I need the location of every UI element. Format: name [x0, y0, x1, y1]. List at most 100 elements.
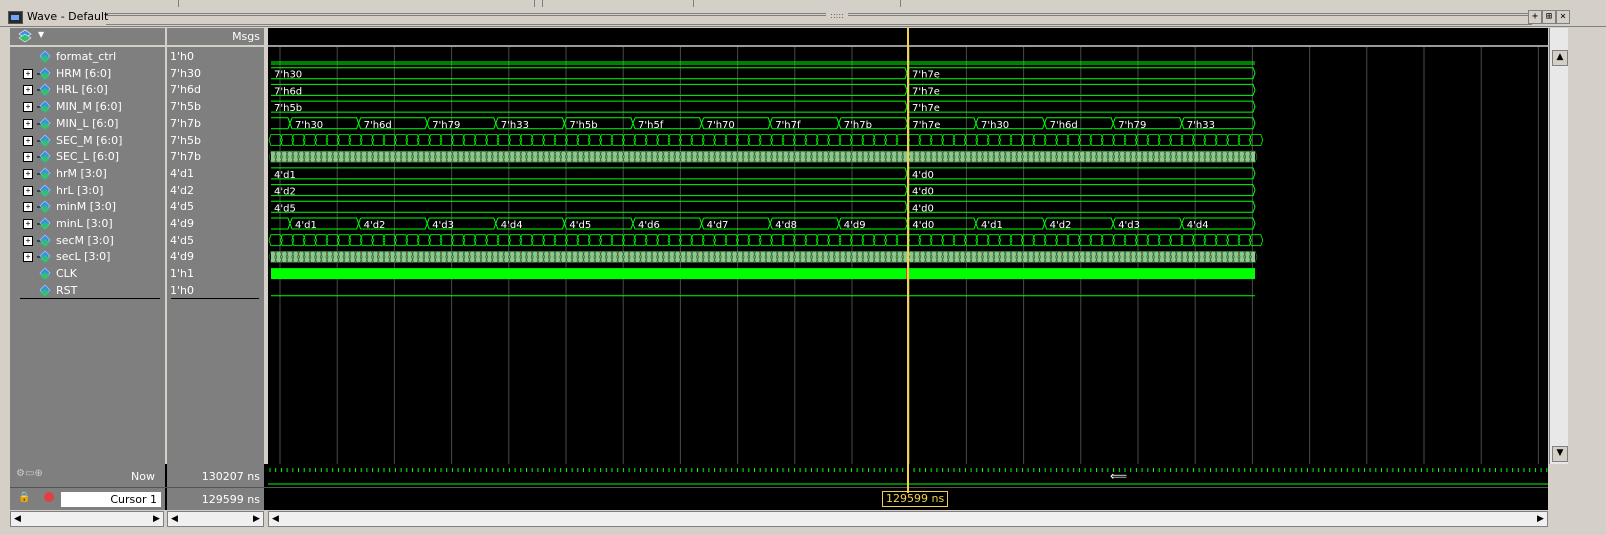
- bus-value-label: 4'd9: [844, 220, 866, 231]
- bus-value-label: 7'h7b: [844, 120, 872, 131]
- signal-row[interactable]: RST: [10, 282, 165, 299]
- signal-value-row: 4'd2: [167, 182, 264, 199]
- chevron-down-icon[interactable]: ▼: [38, 30, 44, 39]
- signal-name: secM [3:0]: [56, 233, 114, 247]
- lock-icon[interactable]: 🔒: [18, 492, 30, 503]
- bus-value-label: 7'h7e: [912, 120, 940, 131]
- signal-row[interactable]: + minL [3:0]: [10, 215, 165, 232]
- signal-value-row: 7'h5b: [167, 132, 264, 149]
- signal-value-row: 1'h0: [167, 48, 264, 65]
- wave-hscroll[interactable]: ◀ ▶: [268, 511, 1548, 527]
- bus-value-label: 4'd5: [569, 220, 591, 231]
- undock-icon[interactable]: ⊞: [1542, 10, 1556, 24]
- signal-row[interactable]: + hrM [3:0]: [10, 165, 165, 182]
- clk-trace: [271, 268, 1255, 280]
- now-toolbar-icons[interactable]: ⚙▭⊕: [16, 468, 43, 479]
- bus-segment: [271, 200, 908, 213]
- expand-icon[interactable]: +: [23, 152, 33, 163]
- bus-value-label: 4'd0: [912, 187, 934, 198]
- bus-value-label: 7'h70: [707, 120, 735, 131]
- signal-name: hrM [3:0]: [56, 166, 107, 180]
- scroll-up-icon[interactable]: ▲: [1552, 50, 1568, 66]
- expand-icon[interactable]: +: [23, 68, 33, 79]
- signal-name: RST: [56, 283, 78, 297]
- signal-values-pane[interactable]: Msgs 1'h0 7'h30 7'h6d 7'h5b 7'h7b 7'h5b 7'h7b 4…: [167, 28, 266, 464]
- expand-icon[interactable]: +: [23, 252, 33, 263]
- signal-value: 7'h30: [170, 66, 201, 80]
- expand-icon[interactable]: +: [23, 202, 33, 213]
- vertical-scrollbar[interactable]: ▲ ▼: [1549, 28, 1568, 464]
- signal-row[interactable]: + SEC_M [6:0]: [10, 132, 165, 149]
- scroll-left-icon[interactable]: ◀: [11, 513, 24, 526]
- signal-value-row: 4'd1: [167, 165, 264, 182]
- bus-value-label: 4'd6: [638, 220, 660, 231]
- cursor-value-cell: 129599 ns: [167, 488, 264, 510]
- signal-name: minL [3:0]: [56, 217, 113, 230]
- bus-segment: [271, 83, 908, 96]
- signal-value: 4'd1: [170, 166, 195, 180]
- arrow-left-icon[interactable]: ⟸: [1110, 469, 1127, 483]
- cursor-time-marker[interactable]: 129599 ns: [882, 491, 949, 507]
- bus-value-label: 7'h5f: [638, 120, 664, 131]
- signal-row[interactable]: + secM [3:0]: [10, 232, 165, 249]
- expand-icon[interactable]: +: [23, 185, 33, 196]
- values-hscroll[interactable]: ◀ ▶: [167, 511, 264, 527]
- bus-signal-icon: [37, 217, 51, 230]
- bus-value-label: 4'd1: [295, 220, 317, 231]
- cursor-value: 129599 ns: [201, 493, 260, 506]
- expand-icon[interactable]: +: [23, 85, 33, 96]
- splitter-tick: [534, 0, 535, 7]
- signal-row[interactable]: + minM [3:0]: [10, 198, 165, 215]
- expand-icon[interactable]: +: [23, 219, 33, 229]
- scroll-right-icon[interactable]: ▶: [1534, 513, 1547, 526]
- expand-icon[interactable]: +: [23, 118, 33, 129]
- cursor-name-box[interactable]: Cursor 1: [60, 491, 162, 508]
- signal-names-pane[interactable]: ▼ format_ctrl + HRM [6:0] + HRL [6:0] + MIN_M …: [10, 28, 167, 464]
- signal-row[interactable]: + HRM [6:0]: [10, 65, 165, 82]
- scroll-right-icon[interactable]: ▶: [250, 513, 263, 526]
- signal-row[interactable]: + secL [3:0]: [10, 248, 165, 265]
- signal-row[interactable]: + HRL [6:0]: [10, 81, 165, 98]
- bus-value-label: 4'd4: [1187, 220, 1209, 231]
- signal-row[interactable]: format_ctrl: [10, 48, 165, 65]
- signal-value: 7'h7b: [170, 150, 201, 164]
- bus-value-label: 4'd3: [432, 220, 454, 231]
- bus-value-label: 7'h6d: [364, 120, 392, 131]
- signal-row[interactable]: + hrL [3:0]: [10, 182, 165, 199]
- expand-icon[interactable]: +: [23, 168, 33, 179]
- bus-signal-icon: [37, 184, 51, 197]
- bus-value-label: 7'h33: [1187, 120, 1215, 131]
- signal-row[interactable]: + MIN_L [6:0]: [10, 115, 165, 132]
- cursor-remove-icon[interactable]: [44, 492, 54, 502]
- close-icon[interactable]: ×: [1556, 10, 1570, 24]
- bus-signal-icon: [37, 83, 51, 97]
- scroll-right-icon[interactable]: ▶: [150, 513, 163, 526]
- signal-value: 1'h1: [170, 267, 194, 281]
- bus-value-label: 7'h5b: [569, 120, 597, 131]
- wave-toolbar-icon[interactable]: [18, 29, 34, 43]
- dock-grip-icon[interactable]: :::::: [826, 11, 848, 21]
- scroll-left-icon[interactable]: ◀: [269, 513, 282, 526]
- signal-name: MIN_M [6:0]: [56, 100, 122, 114]
- expand-icon[interactable]: +: [23, 235, 33, 246]
- now-row: ⚙▭⊕ Now 130207 ns ⟸: [10, 464, 1548, 488]
- cursor-line[interactable]: [907, 28, 909, 493]
- signal-row[interactable]: + MIN_M [6:0]: [10, 98, 165, 115]
- signal-row[interactable]: + SEC_L [6:0]: [10, 148, 165, 165]
- window-titlebar[interactable]: Wave - Default ::::: + ⊞ ×: [0, 8, 1606, 27]
- scroll-left-icon[interactable]: ◀: [168, 513, 181, 526]
- bus-value-label: 4'd7: [707, 220, 729, 231]
- signal-name: SEC_L [6:0]: [56, 150, 120, 164]
- bus-value-label: 4'd8: [775, 220, 797, 231]
- titlebar-grip[interactable]: [106, 13, 1532, 27]
- bus-signal-icon: [37, 234, 51, 247]
- scroll-down-icon[interactable]: ▼: [1552, 446, 1568, 462]
- bus-value-label: 7'h30: [981, 120, 1009, 131]
- expand-icon[interactable]: +: [23, 135, 33, 146]
- cursor-row: 🔒 Cursor 1 129599 ns 129599 ns: [10, 488, 1548, 510]
- zoom-in-icon[interactable]: +: [1528, 10, 1542, 24]
- signal-row[interactable]: CLK: [10, 265, 165, 282]
- expand-icon[interactable]: +: [23, 102, 33, 113]
- names-hscroll[interactable]: ◀ ▶: [10, 511, 164, 527]
- bus-signal-icon: [37, 100, 51, 114]
